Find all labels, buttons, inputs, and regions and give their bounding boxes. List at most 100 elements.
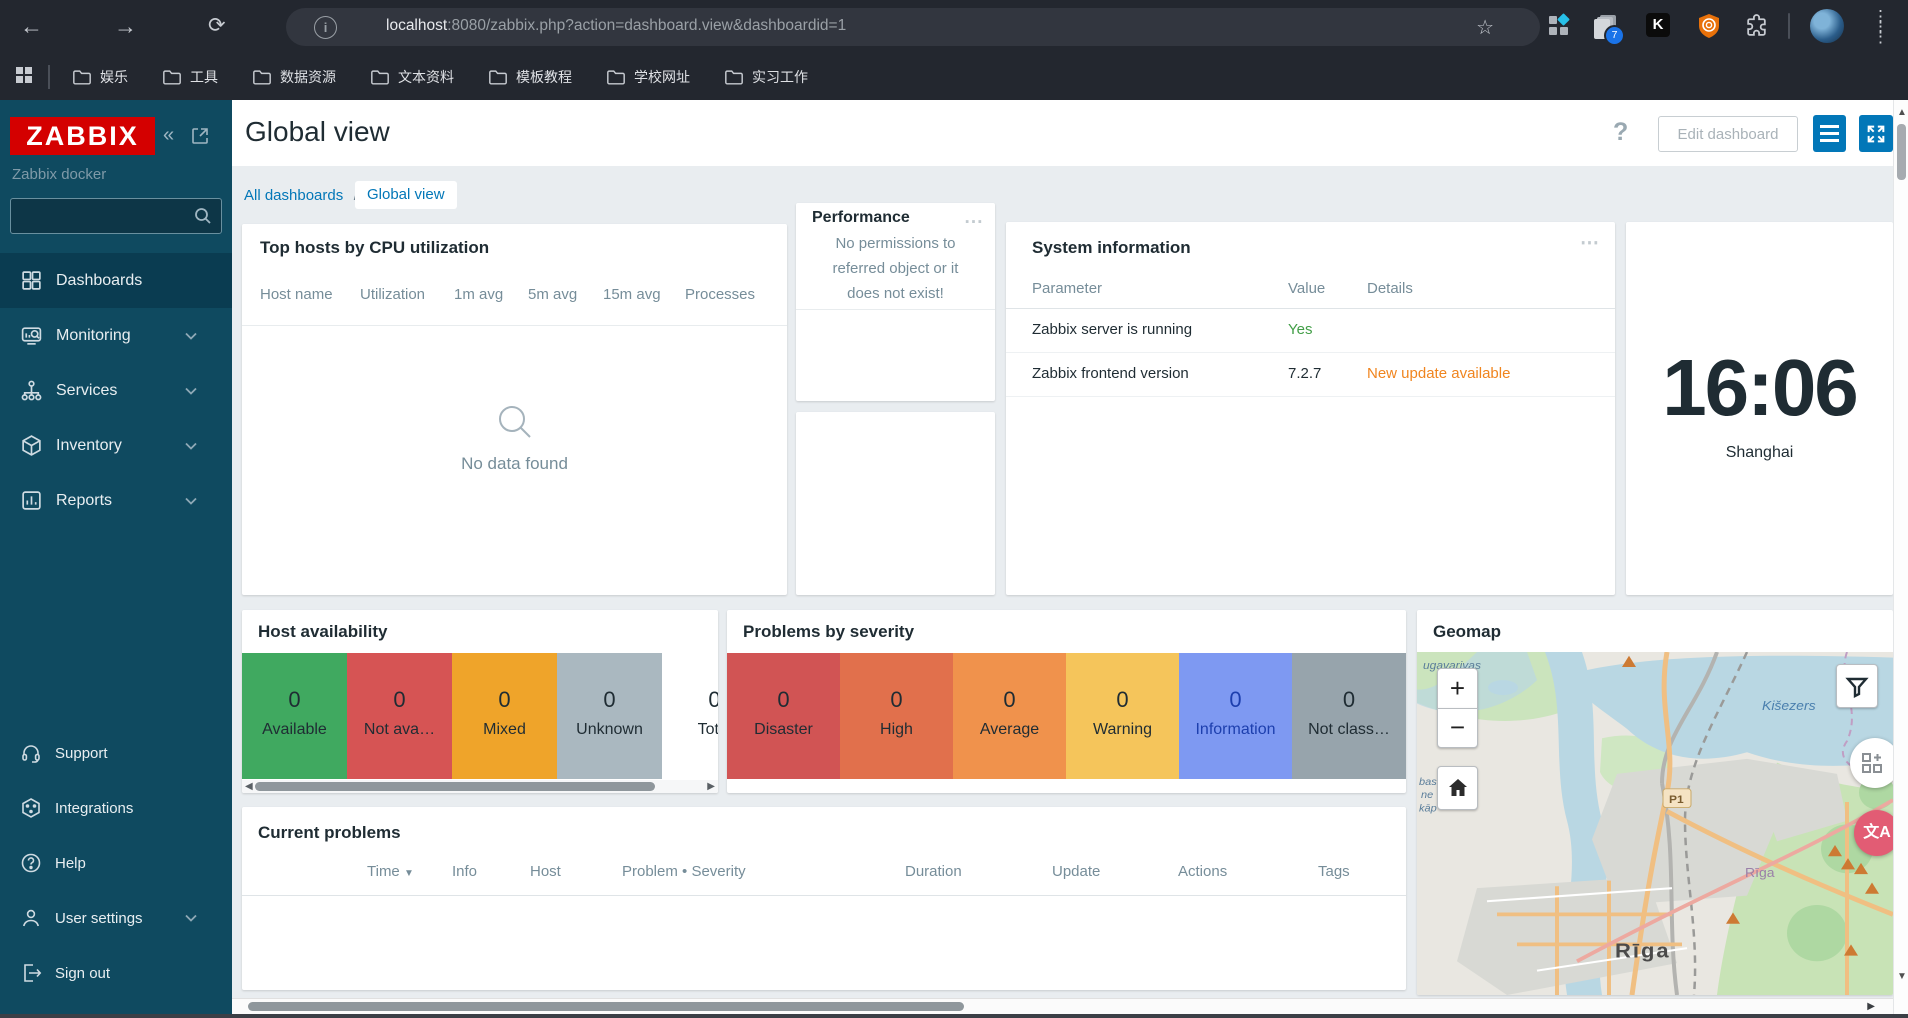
column-header[interactable]: 5m avg <box>528 286 577 303</box>
back-icon[interactable]: ← <box>20 11 43 41</box>
bookmark-folder[interactable]: 工具 <box>162 67 218 87</box>
reload-icon[interactable]: ⟳ <box>208 11 226 41</box>
scroll-right-icon[interactable]: ▶ <box>707 782 715 792</box>
kiosk-mode-button[interactable] <box>1859 115 1893 152</box>
scroll-up-icon[interactable]: ▲ <box>1897 108 1907 118</box>
dashboard-menu-button[interactable] <box>1813 115 1846 152</box>
extension-grid-icon[interactable] <box>1546 13 1572 44</box>
column-header[interactable]: 1m avg <box>454 286 503 303</box>
url-text[interactable]: localhost:8080/zabbix.php?action=dashboa… <box>386 17 846 35</box>
severity-block-information[interactable]: 0Information <box>1179 653 1292 779</box>
sidebar-item-monitoring[interactable]: Monitoring <box>0 308 232 363</box>
widget-title[interactable]: Geomap <box>1433 622 1501 642</box>
column-header[interactable]: Host <box>530 863 561 880</box>
severity-blocks: 0Disaster 0High 0Average 0Warning 0Infor… <box>727 653 1406 779</box>
column-header[interactable]: Actions <box>1178 863 1227 880</box>
severity-block-not-classified[interactable]: 0Not class… <box>1292 653 1406 779</box>
sidebar-item-integrations[interactable]: Integrations <box>0 783 232 833</box>
bookmark-folder[interactable]: 实习工作 <box>724 67 808 87</box>
map-home-button[interactable] <box>1437 766 1478 810</box>
help-icon[interactable]: ? <box>1613 118 1628 147</box>
widget-title[interactable]: Current problems <box>258 823 401 843</box>
scroll-left-icon[interactable]: ◀ <box>245 782 253 792</box>
availability-block-not-available[interactable]: 0Not ava… <box>347 653 452 779</box>
horizontal-scrollbar[interactable]: ▶ <box>232 998 1893 1014</box>
column-header[interactable]: Duration <box>905 863 962 880</box>
geomap-map[interactable]: ugavarivas s Kišezers bas ne kāp P1 Rīga… <box>1417 652 1893 995</box>
widget-title[interactable]: System information <box>1032 238 1191 258</box>
extension-shield-icon[interactable] <box>1696 13 1722 44</box>
sidebar-item-help[interactable]: Help <box>0 838 232 888</box>
address-bar[interactable]: i localhost:8080/zabbix.php?action=dashb… <box>286 8 1540 46</box>
column-header[interactable]: Problem • Severity <box>622 863 746 880</box>
bookmark-folder[interactable]: 文本资料 <box>370 67 454 87</box>
bookmark-star-icon[interactable]: ☆ <box>1476 15 1494 40</box>
availability-block-unknown[interactable]: 0Unknown <box>557 653 662 779</box>
column-header[interactable]: 15m avg <box>603 286 661 303</box>
browser-menu-icon[interactable]: ⋮⋮⋮ <box>1872 12 1889 42</box>
sidebar-item-support[interactable]: Support <box>0 728 232 778</box>
column-header[interactable]: Update <box>1052 863 1100 880</box>
sidebar-item-user-settings[interactable]: User settings <box>0 893 232 943</box>
sidebar-item-inventory[interactable]: Inventory <box>0 418 232 473</box>
column-header: Parameter <box>1032 280 1102 297</box>
breadcrumb-current-link[interactable]: Global view <box>367 186 445 203</box>
column-header[interactable]: Info <box>452 863 477 880</box>
zabbix-logo[interactable]: ZABBIX <box>10 117 155 155</box>
severity-block-warning[interactable]: 0Warning <box>1066 653 1179 779</box>
breadcrumb-current[interactable]: Global view <box>355 181 457 209</box>
sidebar-item-reports[interactable]: Reports <box>0 473 232 528</box>
extension-k-icon[interactable]: K <box>1646 13 1670 37</box>
bookmark-folder[interactable]: 数据资源 <box>252 67 336 87</box>
column-header[interactable]: Tags <box>1318 863 1350 880</box>
fullscreen-icon <box>1865 123 1887 145</box>
map-label-lake: Kišezers <box>1762 698 1816 713</box>
sidebar-search-input[interactable] <box>10 198 222 234</box>
map-zoom-in-button[interactable]: + <box>1437 668 1478 708</box>
profile-avatar[interactable] <box>1810 9 1844 43</box>
column-header-time[interactable]: Time ▼ <box>367 863 414 880</box>
breadcrumb-all-dashboards[interactable]: All dashboards <box>244 187 343 204</box>
column-header[interactable]: Host name <box>260 286 333 303</box>
extension-pages-icon[interactable]: 7 <box>1592 13 1620 46</box>
bookmark-folder[interactable]: 娱乐 <box>72 67 128 87</box>
sidebar-item-dashboards[interactable]: Dashboards <box>0 253 232 308</box>
availability-block-mixed[interactable]: 0Mixed <box>452 653 557 779</box>
map-zoom-out-button[interactable]: − <box>1437 708 1478 748</box>
availability-block-total[interactable]: 0Total <box>662 653 718 779</box>
widget-title[interactable]: Problems by severity <box>743 622 914 642</box>
scrollbar-thumb[interactable] <box>255 782 655 791</box>
widget-scrollbar[interactable]: ◀ ▶ <box>242 780 718 793</box>
pin-sidebar-icon[interactable] <box>190 126 210 151</box>
severity-block-high[interactable]: 0High <box>840 653 953 779</box>
map-label-road: P1 <box>1669 793 1684 806</box>
edit-dashboard-button[interactable]: Edit dashboard <box>1658 116 1798 152</box>
value-cell: 7.2.7 <box>1288 365 1321 382</box>
map-filter-button[interactable] <box>1836 664 1878 708</box>
update-available-link[interactable]: New update available <box>1367 365 1510 382</box>
apps-grid-icon[interactable] <box>14 65 34 90</box>
collapse-sidebar-icon[interactable]: « <box>163 124 174 147</box>
sidebar-item-services[interactable]: Services <box>0 363 232 418</box>
widget-top-hosts: Top hosts by CPU utilization Host name U… <box>242 224 787 595</box>
widget-title[interactable]: Top hosts by CPU utilization <box>260 238 489 258</box>
vertical-scrollbar[interactable]: ▲ ▼ <box>1893 100 1908 1014</box>
forward-icon[interactable]: → <box>114 11 137 41</box>
bookmark-label: 实习工作 <box>752 67 808 87</box>
scrollbar-thumb[interactable] <box>1897 124 1906 180</box>
column-header[interactable]: Processes <box>685 286 755 303</box>
severity-block-disaster[interactable]: 0Disaster <box>727 653 840 779</box>
widget-title[interactable]: Host availability <box>258 622 387 642</box>
extensions-puzzle-icon[interactable] <box>1744 14 1769 44</box>
bookmark-folder[interactable]: 学校网址 <box>606 67 690 87</box>
widget-menu-icon[interactable]: ⋯ <box>1580 232 1601 255</box>
site-info-icon[interactable]: i <box>314 16 337 39</box>
scroll-right-icon[interactable]: ▶ <box>1867 1002 1875 1012</box>
scrollbar-thumb[interactable] <box>248 1002 964 1011</box>
sidebar-item-sign-out[interactable]: Sign out <box>0 948 232 998</box>
scroll-down-icon[interactable]: ▼ <box>1897 972 1907 982</box>
column-header[interactable]: Utilization <box>360 286 425 303</box>
availability-block-available[interactable]: 0Available <box>242 653 347 779</box>
severity-block-average[interactable]: 0Average <box>953 653 1066 779</box>
bookmark-folder[interactable]: 模板教程 <box>488 67 572 87</box>
